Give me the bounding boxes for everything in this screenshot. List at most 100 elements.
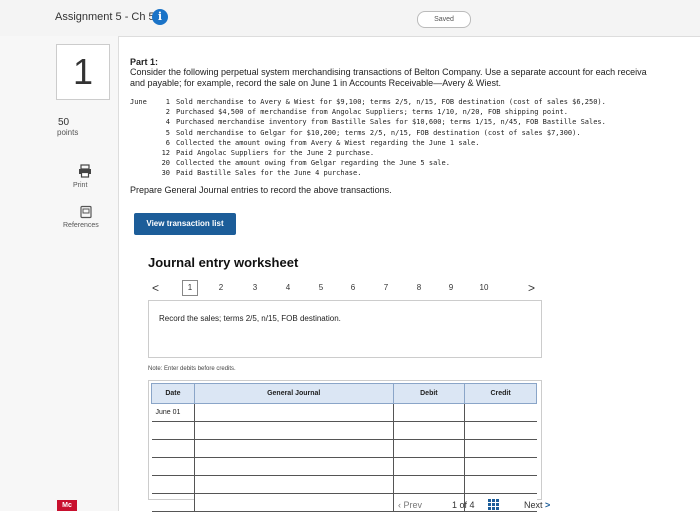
debits-note: Note: Enter debits before credits. — [148, 366, 236, 372]
date-cell — [151, 493, 195, 512]
step-tab-1[interactable]: 1 — [182, 280, 198, 296]
step-tab-5[interactable]: 5 — [314, 283, 328, 292]
question-number: 1 — [56, 44, 110, 100]
intro-line-2: and payable; for example, record the sal… — [130, 78, 502, 88]
transaction-day: 12 — [161, 149, 170, 158]
step-tab-10[interactable]: 10 — [477, 283, 491, 292]
credit-column-header: Credit — [464, 383, 537, 404]
date-cell — [151, 439, 195, 458]
transaction-day: 5 — [165, 128, 170, 137]
question-sidebar — [0, 36, 118, 511]
step-tab-9[interactable]: 9 — [444, 283, 458, 292]
printer-icon — [79, 164, 91, 178]
debit-input[interactable] — [392, 421, 465, 440]
chevron-right-icon: > — [545, 500, 551, 510]
account-input[interactable] — [193, 457, 394, 476]
step-tab-6[interactable]: 6 — [346, 283, 360, 292]
transaction-row: 2 Purchased $4,500 of merchandise from A… — [130, 107, 606, 117]
date-cell — [151, 421, 195, 440]
transaction-day: 20 — [161, 159, 170, 168]
date-column-header: Date — [151, 383, 195, 404]
debit-input[interactable] — [392, 439, 465, 458]
transaction-text: Sold merchandise to Avery & Wiest for $9… — [176, 98, 606, 106]
transaction-row: June 1 Sold merchandise to Avery & Wiest… — [130, 97, 606, 107]
step-tab-3[interactable]: 3 — [248, 283, 262, 292]
date-cell: June 01 — [151, 403, 195, 422]
transaction-row: 12 Paid Angolac Suppliers for the June 2… — [130, 148, 606, 158]
account-input[interactable] — [193, 493, 394, 512]
debit-input[interactable] — [392, 475, 465, 494]
step-next-arrow[interactable]: > — [528, 281, 535, 295]
transaction-month — [130, 138, 154, 148]
step-instruction-box: Record the sales; terms 2/5, n/15, FOB d… — [148, 300, 542, 358]
account-input[interactable] — [193, 475, 394, 494]
transaction-day: 6 — [165, 138, 170, 147]
transaction-month — [130, 117, 154, 127]
table-row: June 01 — [151, 403, 537, 422]
transaction-month — [130, 148, 154, 158]
date-cell — [151, 457, 195, 476]
account-input[interactable] — [193, 439, 394, 458]
transaction-text: Collected the amount owing from Gelgar r… — [176, 159, 450, 168]
info-icon[interactable]: i — [152, 9, 168, 25]
transaction-day: 1 — [165, 98, 170, 106]
transaction-row: 30 Paid Bastille Sales for the June 4 pu… — [130, 168, 606, 178]
top-bar: Assignment 5 - Ch 5 i Saved — [0, 0, 700, 37]
transaction-text: Paid Bastille Sales for the June 4 purch… — [176, 169, 362, 178]
step-tab-7[interactable]: 7 — [379, 283, 393, 292]
debit-input[interactable] — [392, 403, 465, 422]
prev-button[interactable]: ‹ Prev — [398, 500, 422, 510]
journal-entry-table: Date General Journal Debit Credit June 0… — [148, 380, 542, 512]
references-label: References — [63, 222, 99, 229]
debit-input[interactable] — [392, 457, 465, 476]
step-navigation: < 1 2 3 4 5 6 7 8 9 10 > — [148, 278, 540, 300]
book-icon — [80, 205, 92, 219]
transaction-month — [130, 128, 154, 138]
points-label: points — [57, 128, 79, 137]
table-row — [151, 493, 537, 512]
transaction-row: 6 Collected the amount owing from Avery … — [130, 138, 606, 148]
print-button[interactable] — [74, 164, 96, 182]
mcgraw-hill-logo: Mc — [57, 500, 77, 511]
credit-input[interactable] — [464, 421, 537, 440]
transaction-text: Paid Angolac Suppliers for the June 2 pu… — [176, 149, 375, 158]
transaction-month — [130, 107, 154, 117]
account-input[interactable] — [193, 421, 394, 440]
account-input[interactable] — [193, 403, 394, 422]
transaction-month — [130, 168, 154, 178]
print-label: Print — [73, 182, 88, 189]
credit-input[interactable] — [464, 403, 537, 422]
table-row — [151, 439, 537, 458]
general-journal-column-header: General Journal — [193, 383, 394, 404]
worksheet-title: Journal entry worksheet — [148, 255, 299, 270]
credit-input[interactable] — [464, 457, 537, 476]
transaction-row: 20 Collected the amount owing from Gelga… — [130, 158, 606, 168]
step-tab-8[interactable]: 8 — [412, 283, 426, 292]
table-row — [151, 475, 537, 494]
credit-input[interactable] — [464, 439, 537, 458]
debit-column-header: Debit — [392, 383, 466, 404]
transaction-text: Purchased merchandise inventory from Bas… — [176, 118, 606, 127]
credit-input[interactable] — [464, 475, 537, 494]
transaction-row: 4 Purchased merchandise inventory from B… — [130, 117, 606, 127]
table-row — [151, 457, 537, 476]
assignment-title: Assignment 5 - Ch 5 — [55, 11, 155, 23]
question-intro: Consider the following perpetual system … — [130, 67, 700, 89]
transaction-text: Sold merchandise to Gelgar for $10,200; … — [176, 128, 581, 137]
transaction-text: Collected the amount owing from Avery & … — [176, 138, 480, 147]
transaction-month — [130, 158, 154, 168]
step-tab-2[interactable]: 2 — [214, 283, 228, 292]
next-label: Next — [524, 500, 543, 510]
date-cell — [151, 475, 195, 494]
next-button[interactable]: Next > — [524, 500, 550, 510]
step-tab-4[interactable]: 4 — [281, 283, 295, 292]
transaction-text: Purchased $4,500 of merchandise from Ang… — [176, 108, 568, 117]
saved-status-badge: Saved — [417, 11, 471, 28]
view-transaction-list-button[interactable]: View transaction list — [134, 213, 236, 235]
transaction-day: 4 — [165, 118, 170, 127]
intro-line-1: Consider the following perpetual system … — [130, 67, 647, 77]
main-divider — [118, 36, 119, 511]
step-prev-arrow[interactable]: < — [152, 281, 159, 295]
grid-icon[interactable] — [488, 499, 500, 510]
transaction-day: 30 — [161, 169, 170, 178]
